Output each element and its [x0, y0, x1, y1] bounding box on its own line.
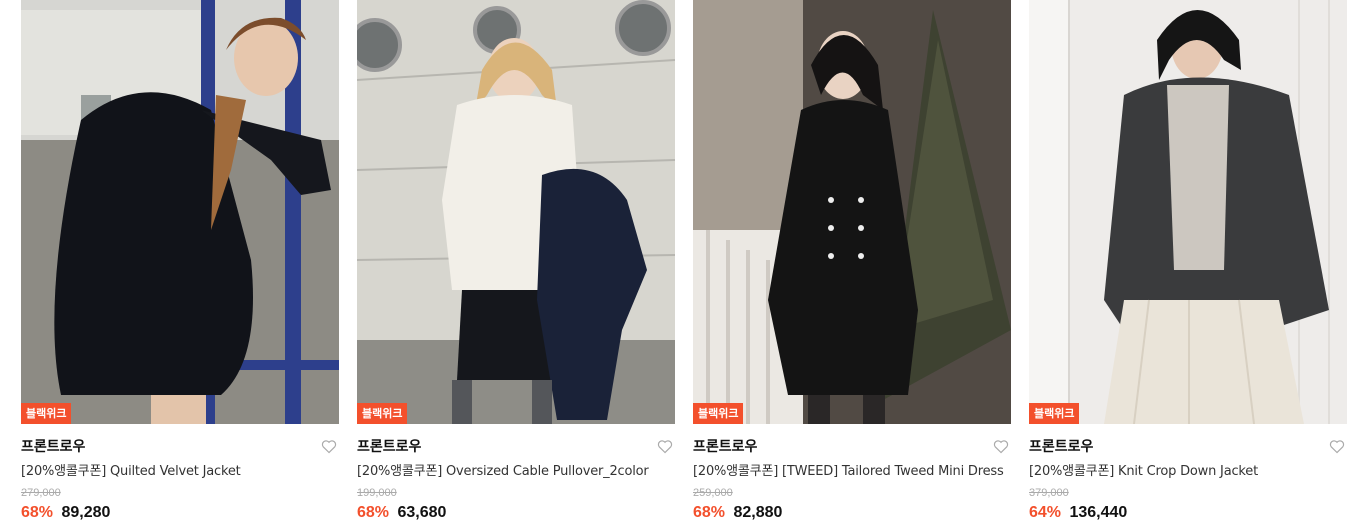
brand-name[interactable]: 프론트로우 — [357, 439, 421, 455]
original-price: 259,000 — [693, 487, 733, 499]
product-photo — [357, 0, 675, 424]
heart-icon[interactable] — [993, 439, 1009, 454]
brand-row: 프론트로우 — [21, 436, 339, 458]
brand-row: 프론트로우 — [357, 436, 675, 458]
product-card[interactable]: 블랙위크 프론트로우 [20%앵콜쿠폰] [TWEED] Tailored Tw… — [693, 0, 1011, 530]
sale-price: 89,280 — [61, 504, 111, 521]
product-title[interactable]: [20%앵콜쿠폰] [TWEED] Tailored Tweed Mini Dr… — [693, 463, 1011, 481]
original-price: 379,000 — [1029, 487, 1069, 499]
product-image[interactable]: 블랙위크 — [21, 0, 339, 424]
product-photo — [693, 0, 1011, 424]
discount-rate: 64% — [1029, 504, 1062, 521]
sale-price: 63,680 — [397, 504, 447, 521]
black-week-badge: 블랙위크 — [693, 403, 744, 424]
product-photo — [1029, 0, 1347, 424]
product-image[interactable]: 블랙위크 — [1029, 0, 1347, 424]
discount-rate: 68% — [21, 504, 54, 521]
product-title[interactable]: [20%앵콜쿠폰] Quilted Velvet Jacket — [21, 463, 339, 481]
product-card[interactable]: 블랙위크 프론트로우 [20%앵콜쿠폰] Quilted Velvet Jack… — [21, 0, 339, 530]
brand-row: 프론트로우 — [693, 436, 1011, 458]
heart-icon[interactable] — [1329, 439, 1345, 454]
original-price: 199,000 — [357, 487, 397, 499]
black-week-badge: 블랙위크 — [357, 403, 408, 424]
discount-rate: 68% — [357, 504, 390, 521]
product-card[interactable]: 블랙위크 프론트로우 [20%앵콜쿠폰] Knit Crop Down Jack… — [1029, 0, 1347, 530]
sale-price: 136,440 — [1069, 504, 1128, 521]
price-row: 68% 89,280 — [21, 503, 339, 523]
heart-icon[interactable] — [321, 439, 337, 454]
black-week-badge: 블랙위크 — [1029, 403, 1080, 424]
price-row: 64% 136,440 — [1029, 503, 1347, 523]
product-title[interactable]: [20%앵콜쿠폰] Knit Crop Down Jacket — [1029, 463, 1347, 481]
price-row: 68% 63,680 — [357, 503, 675, 523]
brand-row: 프론트로우 — [1029, 436, 1347, 458]
sale-price: 82,880 — [733, 504, 783, 521]
product-grid: 블랙위크 프론트로우 [20%앵콜쿠폰] Quilted Velvet Jack… — [0, 0, 1355, 530]
brand-name[interactable]: 프론트로우 — [1029, 439, 1093, 455]
product-image[interactable]: 블랙위크 — [357, 0, 675, 424]
product-image[interactable]: 블랙위크 — [693, 0, 1011, 424]
brand-name[interactable]: 프론트로우 — [693, 439, 757, 455]
heart-icon[interactable] — [657, 439, 673, 454]
product-title[interactable]: [20%앵콜쿠폰] Oversized Cable Pullover_2colo… — [357, 463, 675, 481]
brand-name[interactable]: 프론트로우 — [21, 439, 85, 455]
black-week-badge: 블랙위크 — [21, 403, 72, 424]
product-photo — [21, 0, 339, 424]
original-price: 279,000 — [21, 487, 61, 499]
discount-rate: 68% — [693, 504, 726, 521]
price-row: 68% 82,880 — [693, 503, 1011, 523]
product-card[interactable]: 블랙위크 프론트로우 [20%앵콜쿠폰] Oversized Cable Pul… — [357, 0, 675, 530]
